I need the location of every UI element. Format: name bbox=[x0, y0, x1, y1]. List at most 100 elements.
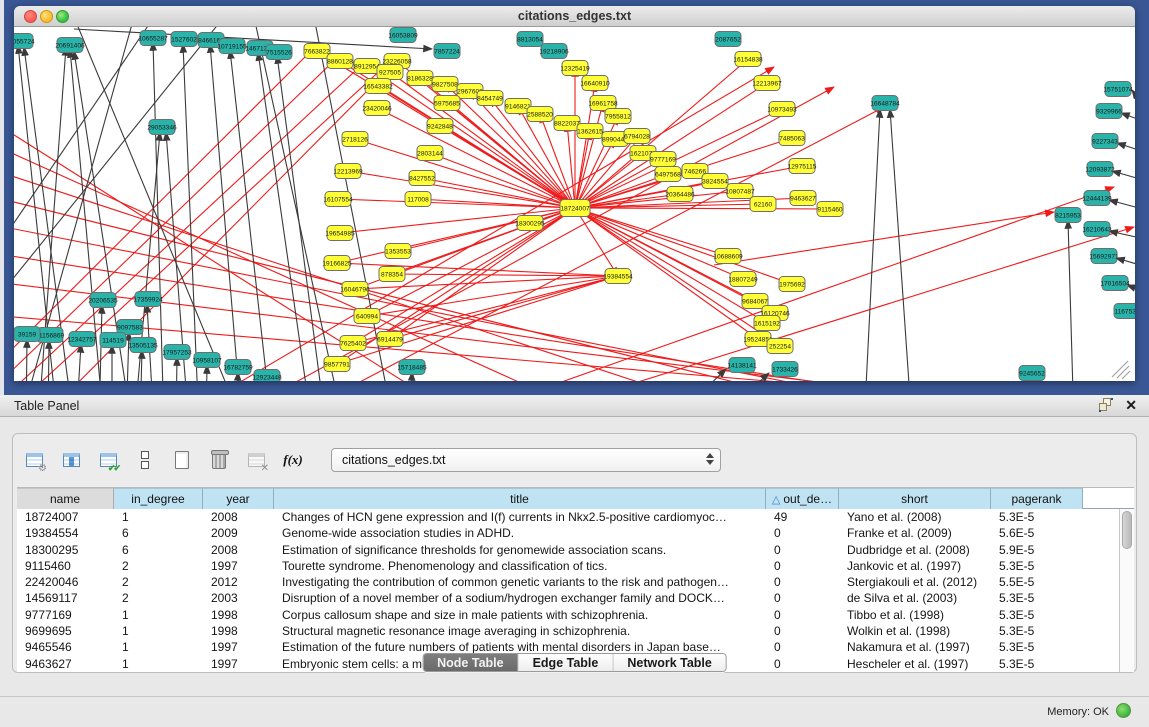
column-chooser-icon[interactable] bbox=[60, 449, 82, 471]
network-window[interactable]: citations_edges.txt 24055724206914061065… bbox=[14, 6, 1135, 381]
graph-edge[interactable] bbox=[164, 67, 774, 381]
graph-node-label: 14138141 bbox=[727, 362, 757, 369]
zoom-traffic-light-icon[interactable] bbox=[56, 10, 69, 23]
table-cell: Stergiakouli et al. (2012) bbox=[839, 574, 991, 590]
table-cell: 0 bbox=[766, 590, 839, 606]
table-cell: Estimation of significance thresholds fo… bbox=[274, 542, 766, 558]
graph-edge[interactable] bbox=[337, 208, 575, 364]
graph-node-label: 114519 bbox=[102, 337, 124, 344]
tab-edge-table[interactable]: Edge Table bbox=[519, 654, 614, 671]
table-cell: Corpus callosum shape and size in male p… bbox=[274, 607, 766, 623]
table-cell: 5.3E-5 bbox=[991, 607, 1083, 623]
tab-network-table[interactable]: Network Table bbox=[613, 654, 726, 671]
graph-node-label: 9245652 bbox=[1019, 370, 1045, 377]
graph-node-label: 7857224 bbox=[434, 48, 460, 55]
graph-node-label: 9329966 bbox=[1096, 108, 1122, 115]
table-group: ⚙ ✔✔ ✕ f(x) citations_edges.txt namein_d… bbox=[12, 433, 1137, 673]
graph-edge[interactable] bbox=[714, 212, 1054, 265]
network-canvas[interactable]: 2405572420691406106552871527602846616010… bbox=[14, 27, 1135, 381]
new-table-icon[interactable] bbox=[171, 449, 193, 471]
graph-node-label: 8822037 bbox=[554, 120, 580, 127]
table-cell: 0 bbox=[766, 607, 839, 623]
graph-edge[interactable] bbox=[1117, 143, 1135, 155]
graph-edge[interactable] bbox=[494, 227, 1134, 381]
graph-edge[interactable] bbox=[1121, 113, 1135, 125]
tab-node-table[interactable]: Node Table bbox=[423, 654, 518, 671]
graph-edge[interactable] bbox=[176, 357, 177, 381]
function-builder-icon[interactable]: f(x) bbox=[282, 449, 304, 471]
graph-edge[interactable] bbox=[1112, 171, 1135, 183]
table-selector-dropdown[interactable]: citations_edges.txt bbox=[331, 448, 721, 472]
graph-node-label: 2803144 bbox=[417, 150, 443, 157]
minimize-traffic-light-icon[interactable] bbox=[40, 10, 53, 23]
delete-column-icon[interactable] bbox=[208, 449, 230, 471]
graph-edge[interactable] bbox=[575, 208, 728, 256]
column-header-short[interactable]: short bbox=[839, 488, 991, 509]
table-vertical-scrollbar[interactable] bbox=[1119, 509, 1134, 672]
graph-edge[interactable] bbox=[1068, 220, 1074, 381]
table-settings-icon[interactable]: ⚙ bbox=[23, 449, 45, 471]
table-row[interactable]: 1830029562008Estimation of significance … bbox=[17, 542, 1134, 558]
graph-edge[interactable] bbox=[440, 126, 575, 208]
table-row[interactable]: 2242004622012Investigating the contribut… bbox=[17, 574, 1134, 590]
graph-node-label: 16782759 bbox=[223, 364, 253, 371]
table-cell: 9777169 bbox=[17, 607, 114, 623]
table-row[interactable]: 977716911998Corpus callosum shape and si… bbox=[17, 607, 1134, 623]
scrollbar-thumb[interactable] bbox=[1122, 511, 1132, 549]
table-cell: Investigating the contribution of common… bbox=[274, 574, 766, 590]
resize-grip-icon[interactable] bbox=[1117, 366, 1129, 378]
table-cell: 1 bbox=[114, 656, 203, 672]
column-header-title[interactable]: title bbox=[274, 488, 766, 509]
network-canvas-svg[interactable]: 2405572420691406106552871527602846616010… bbox=[14, 27, 1135, 381]
graph-node-label: 5975685 bbox=[434, 100, 460, 107]
network-window-titlebar[interactable]: citations_edges.txt bbox=[14, 6, 1135, 27]
graph-edge[interactable] bbox=[348, 171, 575, 208]
column-header-in_degree[interactable]: in_degree bbox=[114, 488, 203, 509]
table-row[interactable]: 1938455462009Genome-wide association stu… bbox=[17, 525, 1134, 541]
column-header-out_de[interactable]: △out_de… bbox=[766, 488, 839, 509]
graph-edge[interactable] bbox=[26, 339, 27, 381]
graph-edge[interactable] bbox=[14, 247, 974, 381]
graph-node-label: 8813054 bbox=[517, 36, 543, 43]
graph-edge[interactable] bbox=[277, 55, 326, 381]
graph-edge[interactable] bbox=[258, 52, 312, 381]
graph-node-label: 6497568 bbox=[655, 171, 681, 178]
graph-edge[interactable] bbox=[183, 44, 199, 381]
table-row[interactable]: 911546021997Tourette syndrome. Phenomeno… bbox=[17, 558, 1134, 574]
close-panel-icon[interactable]: ✕ bbox=[1125, 398, 1137, 412]
close-traffic-light-icon[interactable] bbox=[24, 10, 37, 23]
graph-node-label: 24055724 bbox=[14, 38, 35, 45]
graph-node-label: 12444139 bbox=[1082, 195, 1112, 202]
graph-edge[interactable] bbox=[890, 109, 912, 381]
table-cell: 2008 bbox=[203, 509, 274, 525]
row-height-icon[interactable] bbox=[134, 449, 156, 471]
graph-node-label: 18724007 bbox=[560, 205, 590, 212]
graph-node-label: 13505135 bbox=[128, 342, 158, 349]
column-header-year[interactable]: year bbox=[203, 488, 274, 509]
graph-edge[interactable] bbox=[1116, 258, 1135, 269]
graph-edge[interactable] bbox=[338, 199, 575, 208]
column-header-name[interactable]: name bbox=[17, 488, 114, 509]
graph-node-label: 10719155 bbox=[217, 43, 247, 50]
graph-edge[interactable] bbox=[1109, 200, 1135, 212]
table-row[interactable]: 1456911722003Disruption of a novel membe… bbox=[17, 590, 1134, 606]
select-rows-icon[interactable]: ✔✔ bbox=[97, 449, 119, 471]
graph-edge[interactable] bbox=[48, 340, 49, 381]
table-row[interactable]: 1872400712008Changes of HCN gene express… bbox=[17, 509, 1134, 525]
graph-node-label: 12093872 bbox=[1085, 166, 1115, 173]
table-panel-header[interactable]: Table Panel ✕ bbox=[0, 395, 1149, 417]
column-header-pagerank[interactable]: pagerank bbox=[991, 488, 1083, 509]
float-window-icon[interactable] bbox=[1099, 398, 1113, 412]
graph-node-label: 19166825 bbox=[322, 260, 352, 267]
graph-edge[interactable] bbox=[1109, 231, 1135, 241]
graph-edge[interactable] bbox=[864, 109, 880, 381]
table-cell: 49 bbox=[766, 509, 839, 525]
graph-node-label: 12325419 bbox=[560, 65, 590, 72]
table-cell: Changes of HCN gene expression and I(f) … bbox=[274, 509, 766, 525]
table-cell: 5.3E-5 bbox=[991, 509, 1083, 525]
graph-edge[interactable] bbox=[14, 27, 154, 267]
table-cell: 1 bbox=[114, 639, 203, 655]
graph-edge[interactable] bbox=[230, 50, 272, 381]
table-row[interactable]: 969969511998Structural magnetic resonanc… bbox=[17, 623, 1134, 639]
graph-edge[interactable] bbox=[575, 208, 830, 209]
